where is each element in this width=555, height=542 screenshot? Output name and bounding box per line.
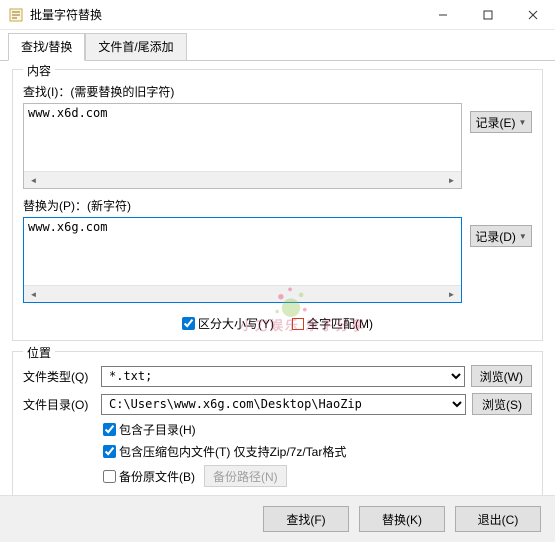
find-label: 查找(I)：(需要替换的旧字符)	[23, 83, 532, 100]
filetype-combo[interactable]: *.txt;	[101, 366, 465, 387]
tab-strip: 查找/替换 文件首/尾添加	[0, 30, 555, 61]
replace-label: 替换为(P)：(新字符)	[23, 197, 532, 214]
replace-textarea[interactable]	[24, 218, 461, 285]
case-sensitive-input[interactable]	[182, 317, 195, 330]
record-e-label: 记录(E)	[476, 114, 516, 131]
dir-combo[interactable]: C:\Users\www.x6g.com\Desktop\HaoZip	[101, 394, 466, 415]
backup-row: 备份原文件(B) 备份路径(N)	[103, 465, 532, 487]
find-hscrollbar[interactable]: ◄ ►	[24, 171, 461, 188]
scroll-right-icon[interactable]: ►	[444, 288, 459, 301]
content-group: 内容 查找(I)：(需要替换的旧字符) ◄ ► 记录(E) ▼ 替换为(P)：(…	[12, 69, 543, 341]
replace-button[interactable]: 替换(K)	[359, 506, 445, 532]
include-archive-input[interactable]	[103, 445, 116, 458]
case-sensitive-checkbox[interactable]: 区分大小写(Y)	[182, 315, 274, 332]
replace-hscrollbar[interactable]: ◄ ►	[24, 285, 461, 302]
record-e-button[interactable]: 记录(E) ▼	[470, 111, 532, 133]
browse-s-button[interactable]: 浏览(S)	[472, 393, 532, 415]
case-sensitive-label: 区分大小写(Y)	[198, 315, 274, 332]
find-textarea[interactable]	[24, 104, 461, 171]
location-group-title: 位置	[23, 344, 55, 361]
window-controls	[420, 0, 555, 29]
include-archive-label: 包含压缩包内文件(T) 仅支持Zip/7z/Tar格式	[119, 443, 346, 460]
include-subdir-input[interactable]	[103, 423, 116, 436]
include-archive-checkbox[interactable]: 包含压缩包内文件(T) 仅支持Zip/7z/Tar格式	[103, 443, 532, 460]
exit-button[interactable]: 退出(C)	[455, 506, 541, 532]
record-d-button[interactable]: 记录(D) ▼	[470, 225, 532, 247]
titlebar: 批量字符替换	[0, 0, 555, 30]
scroll-left-icon[interactable]: ◄	[26, 288, 41, 301]
minimize-button[interactable]	[420, 0, 465, 29]
window-title: 批量字符替换	[30, 6, 420, 23]
tab-head-tail-append[interactable]: 文件首/尾添加	[85, 33, 186, 60]
scroll-left-icon[interactable]: ◄	[26, 174, 41, 187]
whole-word-input[interactable]	[292, 318, 304, 330]
app-icon	[8, 7, 24, 23]
content-group-title: 内容	[23, 62, 55, 79]
dialog-footer: 查找(F) 替换(K) 退出(C)	[0, 495, 555, 542]
tab-find-replace[interactable]: 查找/替换	[8, 33, 85, 61]
include-subdir-checkbox[interactable]: 包含子目录(H)	[103, 421, 532, 438]
backup-input[interactable]	[103, 470, 116, 483]
find-button[interactable]: 查找(F)	[263, 506, 349, 532]
close-button[interactable]	[510, 0, 555, 29]
replace-textarea-wrap: ◄ ►	[23, 217, 462, 303]
filetype-label: 文件类型(Q)	[23, 368, 95, 385]
find-textarea-wrap: ◄ ►	[23, 103, 462, 189]
scroll-right-icon[interactable]: ►	[444, 174, 459, 187]
maximize-button[interactable]	[465, 0, 510, 29]
whole-word-checkbox[interactable]: 全字匹配(M)	[292, 315, 373, 332]
location-group: 位置 文件类型(Q) *.txt; 浏览(W) 文件目录(O) C:\Users…	[12, 351, 543, 501]
backup-path-button: 备份路径(N)	[204, 465, 287, 487]
whole-word-label: 全字匹配(M)	[307, 315, 373, 332]
backup-label: 备份原文件(B)	[119, 468, 195, 485]
dir-label: 文件目录(O)	[23, 396, 95, 413]
dropdown-icon: ▼	[519, 232, 527, 241]
record-d-label: 记录(D)	[475, 228, 516, 245]
browse-w-button[interactable]: 浏览(W)	[471, 365, 532, 387]
include-subdir-label: 包含子目录(H)	[119, 421, 196, 438]
dropdown-icon: ▼	[519, 118, 527, 127]
